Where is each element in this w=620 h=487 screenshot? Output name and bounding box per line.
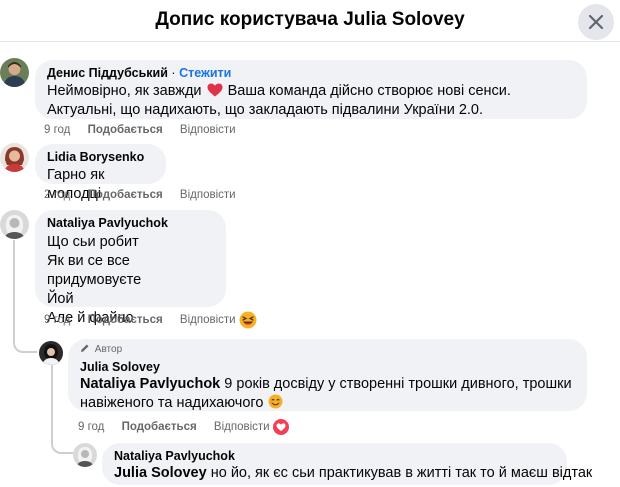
- reply-text: Julia Solovey но йо, як єс сьи практикув…: [114, 464, 592, 483]
- separator-dot: ·: [171, 66, 176, 80]
- reply-button[interactable]: Відповісти: [180, 189, 236, 201]
- reply-author[interactable]: Nataliya Pavlyuchok: [114, 448, 555, 464]
- author-badge-label: Автор: [94, 344, 123, 355]
- pencil-icon: [81, 344, 89, 352]
- love-reaction-icon[interactable]: [273, 419, 289, 435]
- like-button[interactable]: Подобається: [88, 124, 163, 136]
- author-badge: Автор: [80, 343, 575, 357]
- reply-bubble: Nataliya Pavlyuchok Julia Solovey но йо,…: [102, 443, 592, 485]
- comment-time[interactable]: 9 год: [44, 124, 70, 136]
- reply-actions: 9 год Подобається Відповісти: [78, 421, 284, 433]
- thread-connector: [51, 365, 53, 431]
- comment-time[interactable]: 2 год: [44, 189, 70, 201]
- avatar[interactable]: [0, 58, 29, 87]
- reply-author[interactable]: Julia Solovey: [80, 359, 575, 375]
- comment-bubble: Lidia Borysenko Гарно як молодці: [35, 144, 166, 202]
- comment-actions: 2 год Подобається Відповісти: [44, 189, 250, 201]
- comment-bubble: Nataliya Pavlyuchok Що сьи робит Як ви с…: [35, 210, 226, 326]
- comment-time[interactable]: 9 год: [44, 314, 70, 326]
- comment-actions: 9 год Подобається Відповісти: [44, 314, 250, 326]
- comment-text-line: Як ви се все придумовуєте: [47, 253, 142, 288]
- close-button[interactable]: [578, 4, 614, 40]
- close-icon: [588, 14, 604, 30]
- avatar[interactable]: [39, 341, 63, 365]
- comment-author[interactable]: Nataliya Pavlyuchok: [47, 215, 214, 231]
- reply-text-part: но йо, як єс сьи практикував в житті так…: [210, 465, 593, 481]
- thread-connector: [51, 428, 73, 454]
- thread-connector: [13, 240, 37, 353]
- comment-actions: 9 год Подобається Відповісти: [44, 124, 250, 136]
- reply-bubble: Автор Julia Solovey Nataliya Pavlyuchok …: [68, 339, 587, 411]
- comment-text: Неймовірно, як завжди Ваша команда дійсн…: [47, 82, 575, 120]
- reply-button[interactable]: Відповісти: [214, 421, 270, 433]
- avatar[interactable]: [73, 443, 97, 467]
- smiling-emoji: [268, 394, 282, 409]
- red-heart-emoji: [207, 83, 223, 97]
- mention-link[interactable]: Julia Solovey: [114, 465, 207, 481]
- dialog-header: Допис користувача Julia Solovey: [0, 0, 620, 42]
- reply-time[interactable]: 9 год: [78, 421, 104, 433]
- like-button[interactable]: Подобається: [122, 421, 197, 433]
- comment-text-line: Йой: [47, 291, 74, 307]
- comment-author[interactable]: Lidia Borysenko: [47, 149, 154, 165]
- avatar[interactable]: [0, 143, 29, 172]
- comment-text-part: Неймовірно, як завжди: [47, 83, 202, 99]
- comment-bubble: Денис Піддубський · Стежити Неймовірно, …: [35, 60, 587, 119]
- reply-text: Nataliya Pavlyuchok 9 років досвіду у ст…: [80, 375, 575, 413]
- like-button[interactable]: Подобається: [88, 314, 163, 326]
- reply-button[interactable]: Відповісти: [180, 124, 236, 136]
- follow-link[interactable]: Стежити: [179, 66, 231, 80]
- grinning-squint-emoji[interactable]: [239, 311, 257, 329]
- avatar[interactable]: [0, 210, 29, 239]
- dialog-title: Допис користувача Julia Solovey: [155, 9, 465, 30]
- like-button[interactable]: Подобається: [88, 189, 163, 201]
- comment-text-line: Що сьи робит: [47, 234, 139, 250]
- comment-author[interactable]: Денис Піддубський: [47, 66, 168, 80]
- mention-link[interactable]: Nataliya Pavlyuchok: [80, 376, 220, 392]
- reply-button[interactable]: Відповісти: [180, 314, 236, 326]
